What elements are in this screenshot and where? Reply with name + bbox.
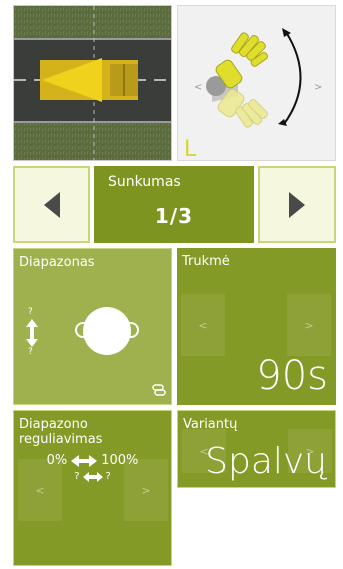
- chain-link-icon[interactable]: [152, 383, 166, 397]
- difficulty-prev-button[interactable]: [13, 166, 90, 243]
- duration-tile[interactable]: Trukmė < > 90s: [177, 248, 336, 405]
- range-question-bottom: ?: [28, 347, 33, 357]
- vertical-double-arrow-icon: [26, 319, 38, 347]
- hand-motion-image[interactable]: < > L: [177, 5, 336, 161]
- circle-target-icon: [75, 307, 139, 355]
- range-adjust-decrease-button[interactable]: <: [18, 459, 62, 521]
- hand-right-marker: >: [314, 82, 322, 93]
- duration-title: Trukmė: [182, 254, 230, 269]
- difficulty-panel: Sunkumas 1/3: [94, 166, 254, 243]
- difficulty-value: 1/3: [154, 204, 194, 228]
- range-title: Diapazonas: [19, 255, 95, 270]
- duration-decrease-button[interactable]: <: [181, 294, 225, 356]
- range-adjust-increase-button[interactable]: >: [124, 459, 168, 521]
- range-tile[interactable]: Diapazonas ? ?: [13, 248, 172, 405]
- duration-value: 90s: [256, 353, 328, 399]
- range-question-top: ?: [28, 307, 33, 317]
- small-horizontal-double-arrow-icon: [82, 471, 103, 482]
- hand-motion-icon: < > L: [178, 6, 335, 161]
- range-adjust-tile[interactable]: Diapazono reguliavimas 0% 100% ? ? < >: [13, 410, 172, 566]
- triangle-right-icon: [289, 191, 305, 218]
- hand-left-marker: <: [194, 82, 202, 93]
- range-q-to: ?: [105, 471, 111, 482]
- difficulty-next-button[interactable]: [258, 166, 336, 243]
- side-letter: L: [184, 137, 197, 161]
- range-q-from: ?: [74, 471, 80, 482]
- triangle-left-icon: [43, 191, 60, 218]
- difficulty-label: Sunkumas: [108, 174, 181, 190]
- variants-value: Spalvų: [205, 441, 327, 482]
- horizontal-double-arrow-icon: [71, 454, 98, 467]
- duration-increase-button[interactable]: >: [287, 294, 331, 356]
- variants-tile[interactable]: Variantų < > Spalvų: [177, 410, 336, 488]
- range-adjust-title: Diapazono reguliavimas: [19, 417, 103, 447]
- truck-on-road-icon: [14, 6, 171, 160]
- road-truck-image[interactable]: [13, 5, 172, 161]
